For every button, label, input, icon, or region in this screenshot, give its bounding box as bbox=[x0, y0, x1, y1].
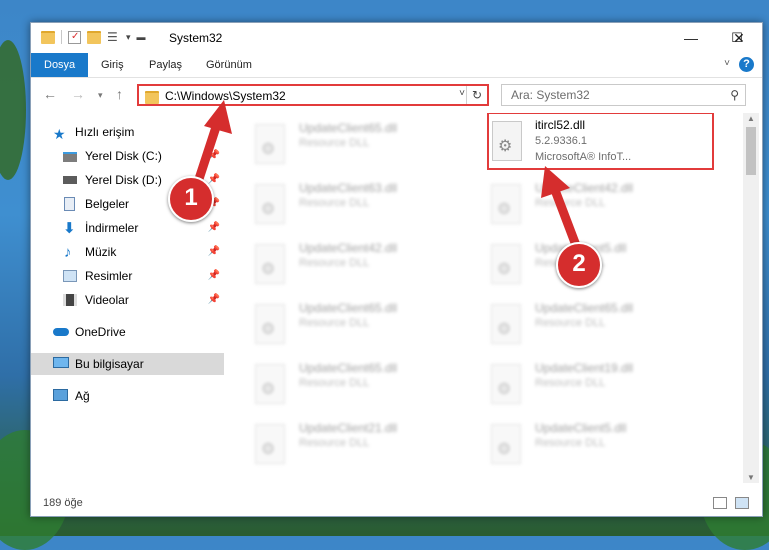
arrow-1 bbox=[193, 100, 232, 187]
step-2-badge: 2 bbox=[556, 242, 602, 288]
arrow-2 bbox=[541, 166, 582, 253]
step-1-badge: 1 bbox=[168, 176, 214, 222]
annotation-arrows bbox=[193, 100, 582, 253]
